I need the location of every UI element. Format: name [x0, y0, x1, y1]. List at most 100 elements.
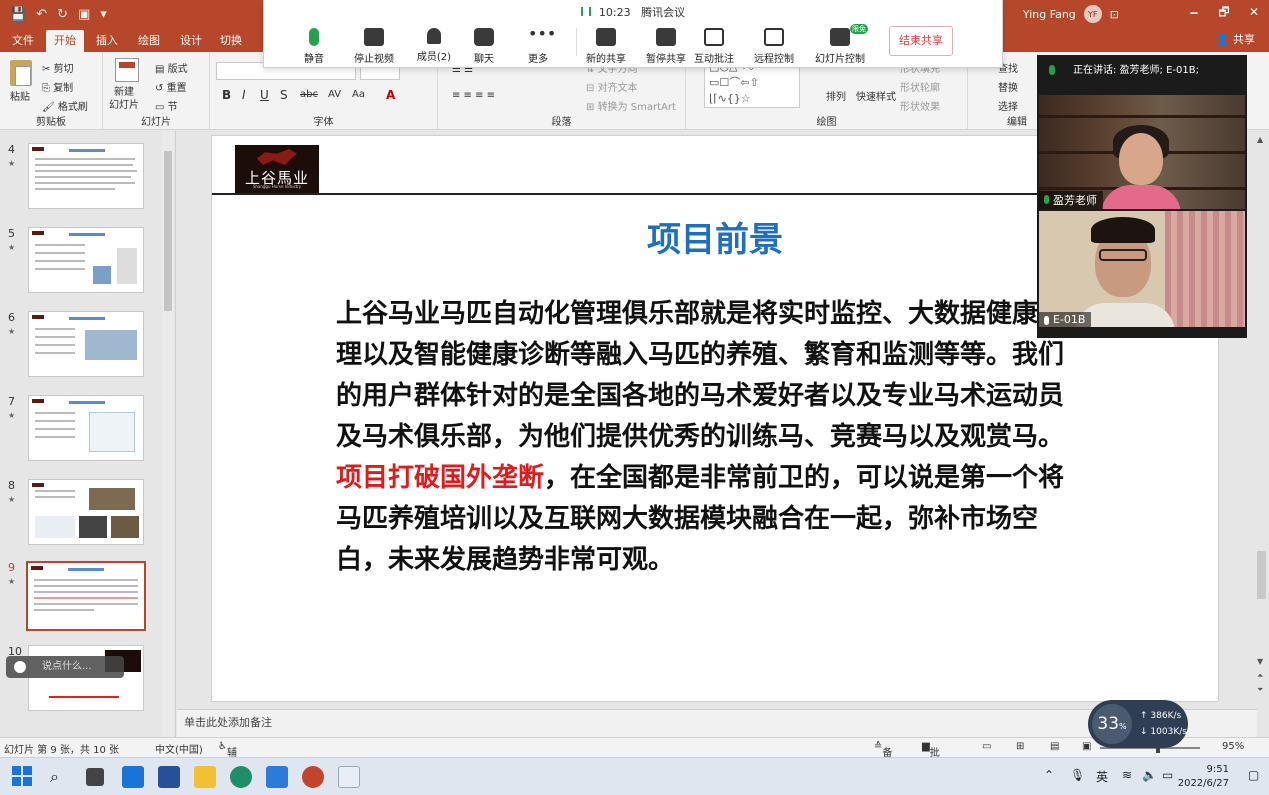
- new-slide-button[interactable]: 新建 幻灯片: [109, 86, 139, 112]
- emoji-icon[interactable]: [14, 661, 26, 673]
- underline-button[interactable]: U: [260, 88, 269, 102]
- customize-qat-icon[interactable]: ▾: [100, 7, 107, 22]
- shadow-button[interactable]: S: [280, 88, 288, 102]
- normal-view-icon[interactable]: ▭: [982, 741, 991, 752]
- slide-thumbnail[interactable]: [28, 395, 144, 461]
- chat-input-bubble[interactable]: 说点什么...: [6, 656, 124, 678]
- paste-icon[interactable]: [10, 60, 32, 86]
- slide-thumbnail-selected[interactable]: [26, 561, 146, 631]
- ribbon-display-icon[interactable]: ⊡: [1110, 8, 1119, 21]
- layout-button[interactable]: ▤ 版式: [155, 60, 188, 75]
- present-icon[interactable]: ▣: [78, 7, 90, 22]
- account-area[interactable]: Ying Fang YF ⊡: [1023, 5, 1119, 23]
- avatar[interactable]: YF: [1083, 5, 1102, 23]
- tab-draw[interactable]: 绘图: [130, 30, 168, 52]
- change-case-button[interactable]: Aa: [352, 89, 365, 100]
- notes-button[interactable]: ≙ 备注: [874, 741, 892, 774]
- shape-outline-button[interactable]: 形状轮廓: [900, 79, 940, 94]
- slide-thumbnail[interactable]: [28, 227, 144, 293]
- minimize-button[interactable]: 🗕: [1179, 0, 1209, 28]
- shape-effects-button[interactable]: 形状效果: [900, 98, 940, 113]
- align-buttons[interactable]: ≡ ≡ ≡ ≡: [452, 90, 495, 101]
- quick-styles-button[interactable]: 快速样式: [856, 88, 896, 103]
- search-icon[interactable]: ⌕: [50, 766, 72, 788]
- strikethrough-button[interactable]: abc: [300, 89, 318, 100]
- format-painter-button[interactable]: 🖌 格式刷: [42, 98, 88, 113]
- tencent-meeting-icon[interactable]: [338, 766, 360, 788]
- mute-button[interactable]: 静音: [286, 28, 342, 65]
- slide-control-button[interactable]: 限免 幻灯片控制: [808, 24, 872, 65]
- new-slide-icon[interactable]: [115, 58, 139, 82]
- chat-button[interactable]: 聊天: [456, 28, 512, 65]
- mail-icon[interactable]: [122, 766, 144, 788]
- char-spacing-button[interactable]: AV: [328, 89, 341, 100]
- slide-thumbnail[interactable]: [28, 645, 144, 711]
- slide-body-text[interactable]: 上谷马业马匹自动化管理俱乐部就是将实时监控、大数据健康管理以及智能健康诊断等融入…: [336, 294, 1074, 581]
- undo-icon[interactable]: ↶: [36, 7, 47, 22]
- sorter-view-icon[interactable]: ⊞: [1016, 741, 1024, 752]
- accessibility-status[interactable]: ♿ 辅助功能: 调查: [218, 741, 240, 795]
- notification-icon[interactable]: ▢: [1248, 768, 1259, 782]
- slide-thumbnail[interactable]: [28, 311, 144, 377]
- new-share-button[interactable]: 新的共享: [578, 28, 634, 65]
- paste-button[interactable]: 粘贴: [10, 88, 30, 103]
- bold-button[interactable]: B: [222, 88, 231, 102]
- select-button[interactable]: 选择: [998, 98, 1018, 113]
- tab-insert[interactable]: 插入: [88, 30, 126, 52]
- comments-button[interactable]: ▆ 批注: [922, 741, 940, 774]
- arrange-button[interactable]: 排列: [826, 88, 846, 103]
- tab-home[interactable]: 开始: [46, 30, 84, 52]
- slide-thumbnail[interactable]: [28, 479, 144, 545]
- file-explorer-icon[interactable]: [194, 766, 216, 788]
- copy-button[interactable]: ⎘ 复制: [42, 79, 73, 94]
- smartart-button[interactable]: ⊞ 转换为 SmartArt: [586, 98, 676, 113]
- network-speed-widget[interactable]: 33% ↑ 386K/s ↓ 1003K/s: [1088, 700, 1188, 748]
- save-icon[interactable]: 💾: [10, 7, 26, 22]
- battery-icon[interactable]: ▭: [1162, 768, 1173, 782]
- share-button[interactable]: 👤 共享: [1216, 31, 1255, 47]
- align-text-button[interactable]: ⊟ 对齐文本: [586, 79, 638, 94]
- tray-mic-icon[interactable]: 🎙: [1070, 768, 1085, 782]
- tab-file[interactable]: 文件: [4, 30, 42, 52]
- scroll-down-icon[interactable]: ▼: [1257, 657, 1263, 666]
- participant-video[interactable]: E-01B: [1039, 211, 1245, 327]
- italic-button[interactable]: I: [242, 88, 246, 102]
- tab-transitions[interactable]: 切换: [212, 30, 250, 52]
- scroll-thumb[interactable]: [1257, 551, 1266, 599]
- task-view-icon[interactable]: [86, 768, 104, 786]
- powerpoint-icon[interactable]: [302, 766, 324, 788]
- system-clock[interactable]: 9:51 2022/6/27: [1178, 763, 1229, 791]
- tab-design[interactable]: 设计: [172, 30, 210, 52]
- prev-slide-icon[interactable]: ⏶: [1257, 671, 1263, 681]
- tray-overflow-icon[interactable]: ⌃: [1044, 768, 1054, 782]
- scroll-up-icon[interactable]: ▲: [1257, 135, 1263, 144]
- thumbnail-scrollbar[interactable]: [162, 131, 174, 737]
- font-color-button[interactable]: A: [386, 88, 395, 102]
- annotate-button[interactable]: 互动批注: [686, 28, 742, 65]
- redo-icon[interactable]: ↻: [57, 7, 68, 22]
- participant-video[interactable]: 盈芳老师: [1039, 95, 1245, 209]
- start-button[interactable]: [12, 766, 32, 786]
- more-button[interactable]: ••• 更多: [510, 26, 566, 66]
- scroll-thumb[interactable]: [164, 151, 172, 311]
- stop-video-button[interactable]: 停止视频: [346, 28, 402, 65]
- members-button[interactable]: 成员(2): [406, 28, 462, 63]
- slide-thumbnail[interactable]: [28, 143, 144, 209]
- restore-button[interactable]: 🗗: [1209, 0, 1239, 28]
- zoom-level[interactable]: 95%: [1222, 741, 1244, 752]
- slide-scrollbar[interactable]: ▲ ▼ ⏶ ⏷: [1254, 131, 1269, 706]
- close-button[interactable]: ✕: [1239, 0, 1269, 28]
- end-share-button[interactable]: 结束共享: [889, 26, 953, 56]
- store-icon[interactable]: [158, 766, 180, 788]
- slideshow-view-icon[interactable]: ▣: [1082, 741, 1091, 752]
- remote-control-button[interactable]: 远程控制: [746, 28, 802, 65]
- cut-button[interactable]: ✂ 剪切: [42, 60, 74, 75]
- language-status[interactable]: 中文(中国): [155, 741, 203, 756]
- section-button[interactable]: ▭ 节: [155, 98, 178, 113]
- reset-button[interactable]: ↺ 重置: [155, 79, 187, 94]
- next-slide-icon[interactable]: ⏷: [1257, 685, 1263, 695]
- reading-view-icon[interactable]: ▤: [1050, 741, 1059, 752]
- replace-button[interactable]: 替换: [998, 79, 1018, 94]
- volume-icon[interactable]: 🔈: [1142, 768, 1157, 782]
- ime-indicator[interactable]: 英: [1096, 768, 1108, 785]
